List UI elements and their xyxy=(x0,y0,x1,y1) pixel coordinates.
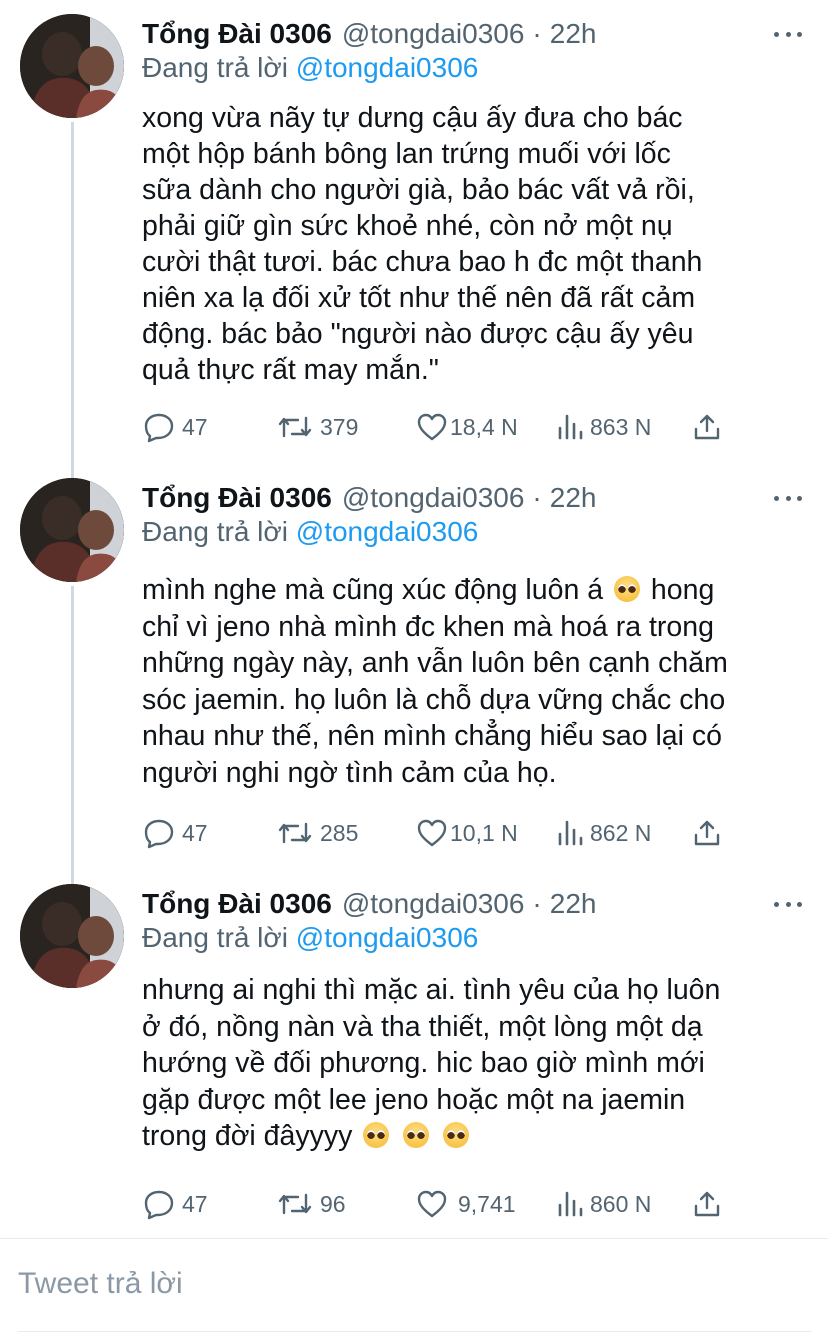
like-button[interactable]: 10,1 N xyxy=(416,813,518,853)
views-icon xyxy=(556,412,584,442)
reply-icon xyxy=(142,1188,176,1220)
separator-dot: · xyxy=(532,18,542,49)
author-handle[interactable]: @tongdai0306 xyxy=(342,18,525,50)
like-count: 10,1 N xyxy=(450,819,518,846)
reply-icon xyxy=(142,817,176,849)
views-icon xyxy=(556,818,584,848)
tweet-actions: 47 379 18,4 N 863 N xyxy=(142,407,742,447)
reply-button[interactable]: 47 xyxy=(142,1184,208,1224)
more-options-icon[interactable] xyxy=(770,486,806,510)
retweet-icon xyxy=(276,1189,314,1219)
tweet-actions: 47 285 10,1 N 862 N xyxy=(142,813,742,853)
share-button[interactable] xyxy=(692,1184,722,1224)
like-button[interactable]: 9,741 xyxy=(416,1184,516,1224)
thread-line xyxy=(71,586,74,884)
tweet-text-part: hong chỉ vì jeno nhà mình đc khen mà hoá… xyxy=(142,574,728,789)
author-name[interactable]: Tổng Đài 0306 xyxy=(142,888,332,920)
reply-count: 47 xyxy=(182,1190,208,1217)
pleading-face-emoji-icon xyxy=(443,1122,470,1148)
replying-to: Đang trả lời @tongdai0306 xyxy=(142,52,478,84)
replying-to: Đang trả lời @tongdai0306 xyxy=(142,922,478,954)
tweet-header: Tổng Đài 0306 @tongdai0306 · 22h xyxy=(142,884,596,924)
tweet-header: Tổng Đài 0306 @tongdai0306 · 22h xyxy=(142,478,596,518)
replying-mention[interactable]: @tongdai0306 xyxy=(296,922,479,953)
share-icon xyxy=(692,818,722,848)
avatar-image xyxy=(20,884,124,988)
tweet-time[interactable]: 22h xyxy=(550,18,597,50)
replying-label: Đang trả lời xyxy=(142,52,288,83)
retweet-button[interactable]: 96 xyxy=(276,1184,346,1224)
heart-icon xyxy=(416,412,448,442)
views-button[interactable]: 862 N xyxy=(556,813,651,853)
retweet-count: 285 xyxy=(320,819,359,846)
views-icon xyxy=(556,1189,584,1219)
avatar-image xyxy=(20,478,124,582)
views-button[interactable]: 863 N xyxy=(556,407,651,447)
replying-to: Đang trả lời @tongdai0306 xyxy=(142,516,478,548)
tweet-text-part: mình nghe mà cũng xúc động luôn á xyxy=(142,574,604,606)
retweet-button[interactable]: 285 xyxy=(276,813,358,853)
views-count: 860 N xyxy=(590,1190,652,1217)
like-count: 9,741 xyxy=(458,1190,516,1217)
more-options-icon[interactable] xyxy=(770,892,806,916)
reply-count: 47 xyxy=(182,413,208,440)
separator-dot: · xyxy=(532,888,542,919)
tweet-text: mình nghe mà cũng xúc động luôn á hong c… xyxy=(142,572,812,791)
avatar[interactable] xyxy=(20,14,124,118)
tweet-text: xong vừa nãy tự dưng cậu ấy đưa cho bác … xyxy=(142,102,703,386)
retweet-count: 96 xyxy=(320,1190,346,1217)
share-icon xyxy=(692,412,722,442)
replying-mention[interactable]: @tongdai0306 xyxy=(296,52,479,83)
share-button[interactable] xyxy=(692,813,722,853)
retweet-count: 379 xyxy=(320,413,359,440)
retweet-icon xyxy=(276,412,314,442)
separator-dot: · xyxy=(532,482,542,513)
retweet-button[interactable]: 379 xyxy=(276,407,358,447)
reply-button[interactable]: 47 xyxy=(142,407,208,447)
reply-underline xyxy=(18,1331,812,1332)
tweet-header: Tổng Đài 0306 @tongdai0306 · 22h xyxy=(142,14,596,54)
more-options-icon[interactable] xyxy=(770,22,806,46)
views-count: 863 N xyxy=(590,413,652,440)
replying-label: Đang trả lời xyxy=(142,516,288,547)
like-button[interactable]: 18,4 N xyxy=(416,407,518,447)
retweet-icon xyxy=(276,818,314,848)
tweet-text-part: nhưng ai nghi thì mặc ai. tình yêu của h… xyxy=(142,974,721,1152)
author-name[interactable]: Tổng Đài 0306 xyxy=(142,482,332,514)
pleading-face-emoji-icon xyxy=(363,1122,390,1148)
replying-mention[interactable]: @tongdai0306 xyxy=(296,516,479,547)
heart-icon xyxy=(416,1189,448,1219)
pleading-face-emoji-icon xyxy=(403,1122,430,1148)
share-icon xyxy=(692,1189,722,1219)
like-count: 18,4 N xyxy=(450,413,518,440)
tweet-time[interactable]: 22h xyxy=(550,482,597,514)
views-button[interactable]: 860 N xyxy=(556,1184,651,1224)
avatar[interactable] xyxy=(20,884,124,988)
author-name[interactable]: Tổng Đài 0306 xyxy=(142,18,332,50)
tweet-text: nhưng ai nghi thì mặc ai. tình yêu của h… xyxy=(142,972,812,1155)
replying-label: Đang trả lời xyxy=(142,922,288,953)
pleading-face-emoji-icon xyxy=(614,576,640,602)
tweet-time[interactable]: 22h xyxy=(550,888,597,920)
author-handle[interactable]: @tongdai0306 xyxy=(342,888,525,920)
share-button[interactable] xyxy=(692,407,722,447)
tweet-actions: 47 96 9,741 860 N xyxy=(142,1184,742,1224)
reply-composer xyxy=(0,1238,828,1342)
avatar-image xyxy=(20,14,124,118)
author-handle[interactable]: @tongdai0306 xyxy=(342,482,525,514)
reply-count: 47 xyxy=(182,819,208,846)
reply-button[interactable]: 47 xyxy=(142,813,208,853)
reply-input[interactable] xyxy=(18,1267,798,1301)
views-count: 862 N xyxy=(590,819,652,846)
avatar[interactable] xyxy=(20,478,124,582)
heart-icon xyxy=(416,818,448,848)
reply-icon xyxy=(142,411,176,443)
thread-line xyxy=(71,122,74,478)
